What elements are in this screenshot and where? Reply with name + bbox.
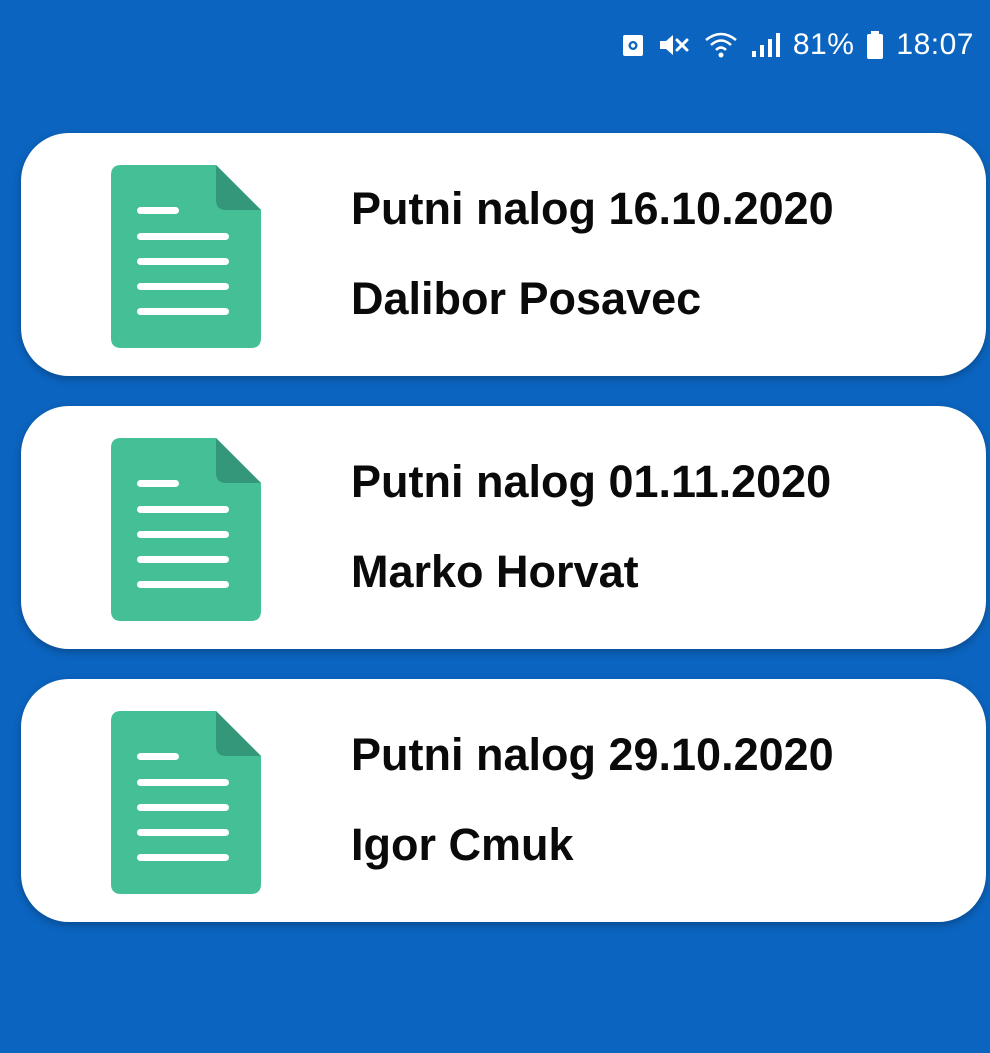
list-item[interactable]: Putni nalog 16.10.2020 Dalibor Posavec: [21, 133, 986, 376]
document-icon: [111, 711, 261, 894]
status-bar: 81% 18:07: [0, 0, 990, 90]
battery-icon: [866, 30, 884, 60]
order-employee-name: Marko Horvat: [351, 546, 639, 597]
document-icon: [111, 438, 261, 621]
list-item[interactable]: Putni nalog 01.11.2020 Marko Horvat: [21, 406, 986, 649]
order-title: Putni nalog 16.10.2020: [351, 183, 834, 234]
screenshot-icon: [621, 32, 645, 58]
signal-icon: [751, 31, 781, 59]
clock: 18:07: [896, 28, 974, 61]
list-item[interactable]: Putni nalog 29.10.2020 Igor Cmuk: [21, 679, 986, 922]
order-employee-name: Dalibor Posavec: [351, 273, 702, 324]
mute-icon: [657, 31, 691, 59]
document-icon: [111, 165, 261, 348]
order-title: Putni nalog 29.10.2020: [351, 729, 834, 780]
order-employee-name: Igor Cmuk: [351, 819, 574, 870]
wifi-icon: [703, 30, 739, 60]
battery-percent: 81%: [792, 28, 855, 61]
order-title: Putni nalog 01.11.2020: [351, 456, 832, 507]
